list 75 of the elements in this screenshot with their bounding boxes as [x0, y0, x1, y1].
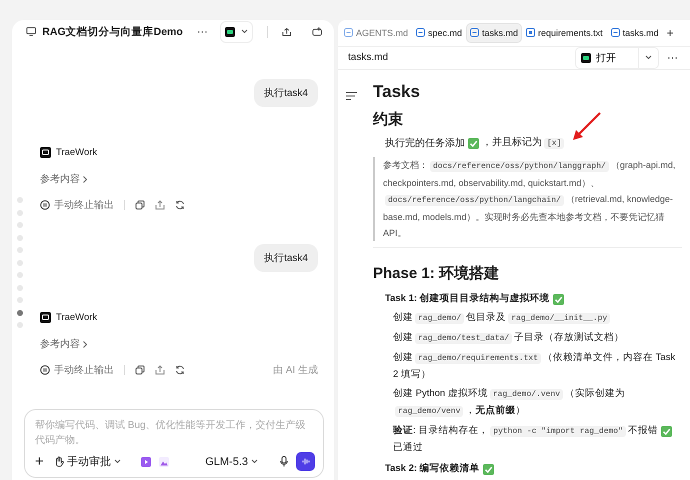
- task-step: 创建 rag_demo/test_data/ 子目录（存放测试文档）: [393, 330, 682, 347]
- file-name: tasks.md: [348, 52, 390, 64]
- terminal-dropdown[interactable]: [220, 20, 253, 42]
- file-tab[interactable]: requirements.txt: [522, 22, 607, 43]
- more-button[interactable]: ···: [196, 26, 208, 38]
- copy-icon[interactable]: [135, 365, 145, 375]
- robot-icon: [40, 312, 51, 323]
- model-dropdown[interactable]: GLM-5.3: [205, 456, 258, 468]
- add-button[interactable]: +: [35, 453, 44, 470]
- markdown-file-icon: [344, 28, 353, 38]
- chat-title: RAG文档切分与向量库Demo: [42, 24, 183, 38]
- share-icon[interactable]: [282, 26, 292, 36]
- task-step: 创建 Python 虚拟环境 rag_demo/.venv （实际创建为 rag_demo/venv ，无点前缀）: [393, 386, 682, 420]
- scroll-nav-dot[interactable]: [17, 310, 23, 316]
- task-step: 已通过: [393, 440, 423, 456]
- chevron-down-icon: [645, 55, 652, 60]
- chevron-right-icon: [83, 176, 87, 182]
- chevron-down-icon: [251, 459, 258, 464]
- file-tab[interactable]: spec.md: [412, 22, 466, 43]
- blockquote-text: 参考文档： docs/reference/oss/python/langgraph/ （graph-api.md, checkpointers.md, observability.md, quickstart.md）、 docs/reference/oss/python/langchain/ （retrieval.md, knowledge-base.md, models.md）。实现时务必先查本地参考文档，不要凭记忆猜 API。: [383, 159, 676, 240]
- file-tab[interactable]: tasks.md: [606, 22, 663, 43]
- markdown-file-icon: [610, 28, 620, 38]
- copy-icon[interactable]: [135, 200, 145, 210]
- ai-generated-note: 由 AI 生成: [272, 364, 318, 377]
- refresh-icon[interactable]: [175, 200, 185, 210]
- pause-icon: [40, 365, 50, 375]
- markdown-file-icon: [416, 28, 426, 38]
- check-icon: [468, 138, 479, 149]
- terminal-icon: [224, 26, 235, 36]
- robot-icon: [40, 147, 51, 158]
- agent-name: TraeWork: [56, 312, 98, 323]
- new-tab-button[interactable]: +: [662, 26, 678, 40]
- section-heading: 约束: [373, 110, 403, 129]
- task-step: 创建 rag_demo/ 包目录及 rag_demo/__init__.py: [393, 310, 682, 327]
- check-icon: [660, 426, 672, 437]
- waveform-icon: [302, 458, 310, 465]
- monitor-icon: [26, 26, 36, 37]
- reference-link[interactable]: 参考内容: [40, 337, 87, 351]
- hand-icon: [54, 456, 64, 467]
- task-step: 验证: 目录结构存在， python -c "import rag_demo" 不报错: [393, 423, 658, 440]
- annotation-arrow: [572, 111, 602, 141]
- file-tab[interactable]: AGENTS.md: [340, 22, 412, 43]
- text-file-icon: [526, 28, 536, 38]
- approval-dropdown[interactable]: 手动审批: [54, 454, 121, 469]
- terminal-icon: [581, 52, 591, 63]
- more-button[interactable]: ···: [665, 52, 680, 64]
- check-icon: [552, 294, 564, 304]
- page-heading: Tasks: [373, 82, 420, 102]
- image-icon[interactable]: [158, 456, 169, 466]
- voice-send-button[interactable]: [296, 452, 315, 471]
- paragraph-text: ，并且标记为 [x]: [482, 135, 566, 152]
- microphone-icon[interactable]: [280, 456, 288, 467]
- user-message-bubble: 执行task4: [254, 79, 318, 107]
- paragraph-text: 执行完的任务添加: [385, 136, 465, 150]
- stop-output-button[interactable]: 手动终止输出: [40, 363, 114, 377]
- chevron-right-icon: [83, 340, 87, 348]
- video-icon[interactable]: [140, 456, 151, 466]
- message-composer[interactable]: 帮你编写代码、调试 Bug、优化性能等开发工作，交付生产级代码产物。 + 手动审批 GLM-5.3: [24, 409, 324, 478]
- outline-icon[interactable]: [346, 92, 357, 100]
- file-tab[interactable]: tasks.md: [466, 22, 522, 43]
- user-message-bubble: 执行task4: [254, 244, 318, 272]
- reference-link[interactable]: 参考内容: [40, 172, 87, 186]
- chevron-down-icon: [114, 459, 121, 464]
- stop-output-button[interactable]: 手动终止输出: [40, 198, 114, 212]
- check-icon: [482, 464, 494, 474]
- task-step: 创建 rag_demo/requirements.txt （依赖清单文件，内容在 Task 2 填写）: [393, 350, 682, 383]
- new-chat-icon[interactable]: [312, 26, 322, 37]
- markdown-file-icon: [470, 28, 480, 38]
- task-heading: Task 1: 创建项目目录结构与虚拟环境: [385, 292, 550, 306]
- agent-name: TraeWork: [56, 147, 98, 158]
- section-heading: Phase 1: 环境搭建: [373, 264, 499, 283]
- pause-icon: [40, 200, 50, 210]
- task-heading: Task 2: 编写依赖清单: [385, 462, 480, 476]
- chevron-down-icon: [240, 29, 248, 34]
- refresh-icon[interactable]: [175, 365, 185, 375]
